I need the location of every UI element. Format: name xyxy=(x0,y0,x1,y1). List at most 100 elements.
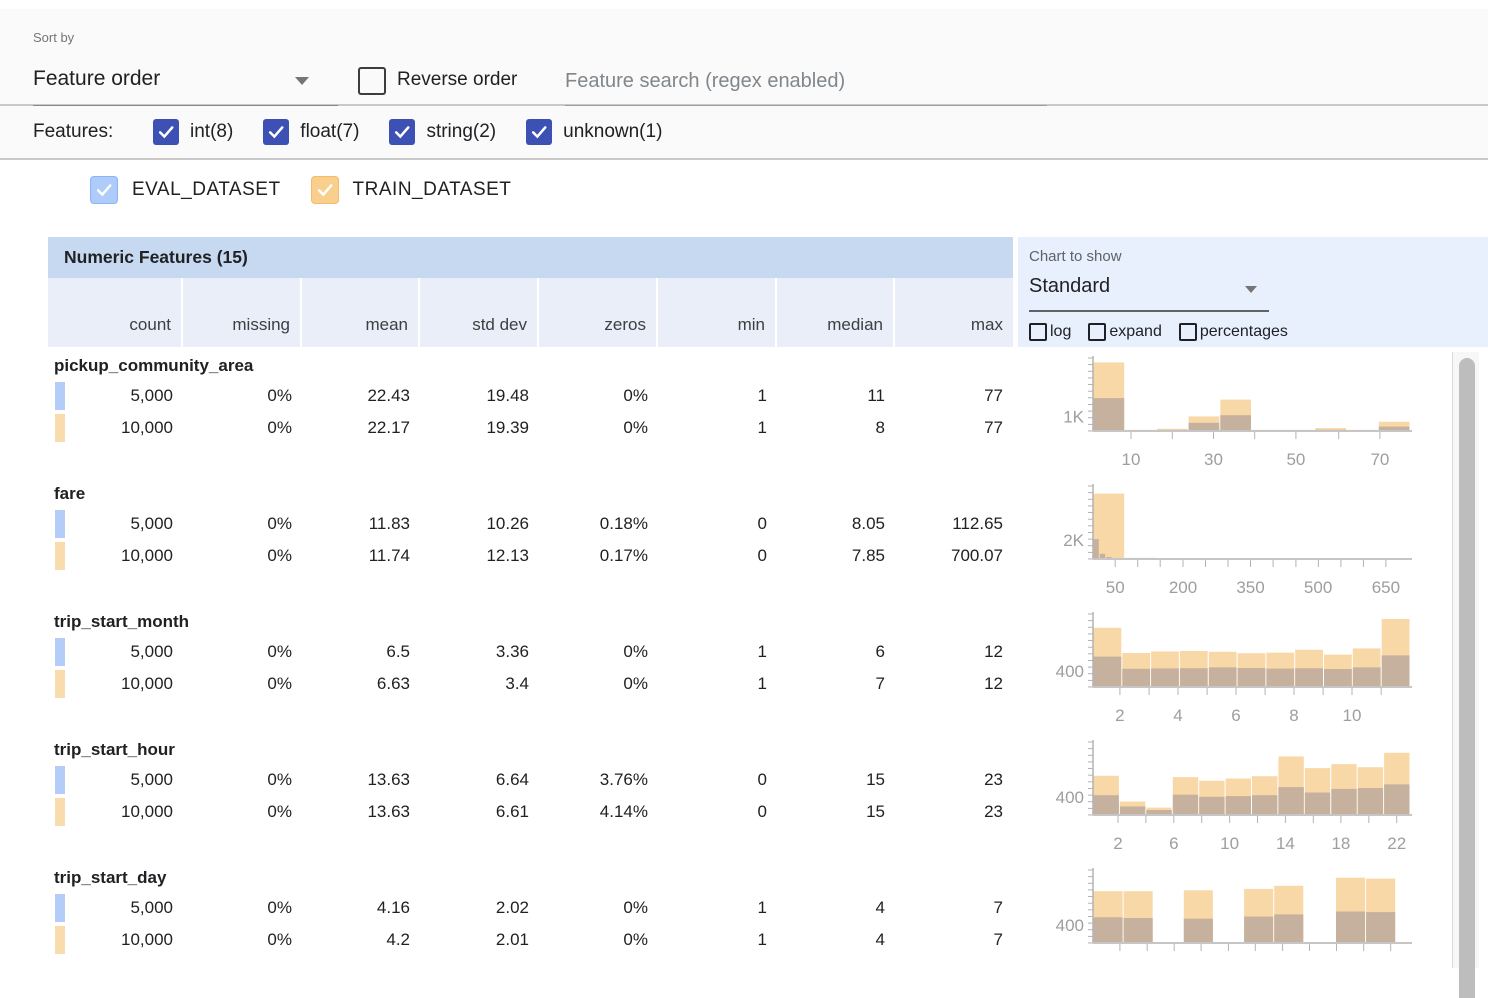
histogram-block-trip_start_hour: 2610141822400 xyxy=(1040,736,1412,864)
feature-type-filter-int[interactable]: int(8) xyxy=(153,119,233,145)
stat-value-std-dev: 2.02 xyxy=(420,892,539,924)
svg-text:10: 10 xyxy=(1122,450,1141,469)
stat-value-missing: 0% xyxy=(183,380,302,412)
histogram-trip_start_day: 400 xyxy=(1040,864,1412,990)
stat-value-std-dev: 3.4 xyxy=(420,668,539,700)
chart-option-label: percentages xyxy=(1200,323,1288,341)
chart-type-value: Standard xyxy=(1029,275,1110,298)
reverse-order-label: Reverse order xyxy=(397,67,517,93)
svg-text:6: 6 xyxy=(1169,834,1178,853)
stat-value-zeros: 0.17% xyxy=(539,540,658,572)
stat-value-count: 5,000 xyxy=(48,508,183,540)
eval-color-swatch xyxy=(55,382,65,410)
feature-type-filter-float[interactable]: float(7) xyxy=(263,119,359,145)
checkbox-unchecked-icon[interactable] xyxy=(1088,323,1106,341)
vertical-scrollbar-track[interactable] xyxy=(1452,352,1479,968)
vertical-scrollbar-thumb[interactable] xyxy=(1459,358,1475,998)
svg-text:14: 14 xyxy=(1276,834,1295,853)
column-header-mean: mean xyxy=(302,278,420,347)
sort-by-label: Sort by xyxy=(33,30,74,45)
histogram-column: 103050701K502003505006502K24681040026101… xyxy=(1040,352,1412,992)
stat-value-count: 5,000 xyxy=(48,764,183,796)
dataset-checkbox[interactable] xyxy=(311,176,339,204)
stat-value-max: 700.07 xyxy=(895,540,1013,572)
stat-value-missing: 0% xyxy=(183,764,302,796)
stat-value-min: 1 xyxy=(658,924,777,956)
checkmark-icon xyxy=(266,122,286,142)
stat-value-mean: 13.63 xyxy=(302,764,420,796)
reverse-order-checkbox[interactable] xyxy=(358,67,386,95)
chart-option-log[interactable]: log xyxy=(1029,323,1071,341)
train-color-swatch xyxy=(55,926,65,954)
train-color-swatch xyxy=(55,798,65,826)
checkmark-icon xyxy=(94,180,114,200)
stat-value-min: 1 xyxy=(658,380,777,412)
stat-value-count: 5,000 xyxy=(48,636,183,668)
feature-stats-list: pickup_community_area5,0000%22.4319.480%… xyxy=(48,352,1013,992)
checkmark-icon xyxy=(529,122,549,142)
eval-color-swatch xyxy=(55,894,65,922)
stat-value-count: 10,000 xyxy=(48,924,183,956)
checkbox-checked-icon[interactable] xyxy=(263,119,289,145)
svg-text:8: 8 xyxy=(1289,706,1298,725)
checkbox-unchecked-icon[interactable] xyxy=(1029,323,1047,341)
train-color-swatch xyxy=(55,542,65,570)
stat-value-min: 0 xyxy=(658,764,777,796)
chart-option-percentages[interactable]: percentages xyxy=(1179,323,1288,341)
chart-type-select[interactable]: Standard xyxy=(1029,273,1269,312)
checkbox-checked-icon[interactable] xyxy=(526,119,552,145)
stat-value-missing: 0% xyxy=(183,668,302,700)
column-header-max: max xyxy=(895,278,1013,347)
stat-value-mean: 22.17 xyxy=(302,412,420,444)
feature-type-filterbar: Features: int(8)float(7)string(2)unknown… xyxy=(0,106,1488,160)
checkbox-checked-icon[interactable] xyxy=(389,119,415,145)
stat-value-max: 7 xyxy=(895,892,1013,924)
dataset-toggle-eval_dataset[interactable]: EVAL_DATASET xyxy=(90,176,281,204)
eval-color-swatch xyxy=(55,510,65,538)
dataset-checkbox[interactable] xyxy=(90,176,118,204)
stat-value-median: 6 xyxy=(777,636,895,668)
feature-type-filter-string[interactable]: string(2) xyxy=(389,119,496,145)
stat-value-median: 7 xyxy=(777,668,895,700)
feature-type-filters: int(8) float(7) string(2) unknown(1) xyxy=(153,106,662,158)
chart-option-expand[interactable]: expand xyxy=(1088,323,1162,341)
histogram-trip_start_month: 246810400 xyxy=(1040,608,1412,734)
sort-by-select[interactable]: Feature order xyxy=(33,55,338,106)
eval-color-swatch xyxy=(55,638,65,666)
svg-text:22: 22 xyxy=(1387,834,1406,853)
checkmark-icon xyxy=(315,180,335,200)
stat-value-max: 112.65 xyxy=(895,508,1013,540)
feature-search xyxy=(565,57,1047,107)
stats-row-train: 10,0000%11.7412.130.17%07.85700.07 xyxy=(48,540,1013,572)
train-color-swatch xyxy=(55,670,65,698)
svg-text:6: 6 xyxy=(1231,706,1240,725)
stat-value-min: 1 xyxy=(658,668,777,700)
stat-value-max: 77 xyxy=(895,380,1013,412)
stat-value-mean: 11.83 xyxy=(302,508,420,540)
checkbox-checked-icon[interactable] xyxy=(153,119,179,145)
stat-value-mean: 13.63 xyxy=(302,796,420,828)
chevron-down-icon xyxy=(295,77,309,85)
stat-value-count: 10,000 xyxy=(48,412,183,444)
stats-row-train: 10,0000%4.22.010%147 xyxy=(48,924,1013,956)
feature-search-input[interactable] xyxy=(565,57,1047,111)
feature-block-trip_start_hour: trip_start_hour5,0000%13.636.643.76%0152… xyxy=(48,736,1013,864)
svg-text:70: 70 xyxy=(1370,450,1389,469)
column-header-std-dev: std dev xyxy=(420,278,539,347)
feature-type-label: unknown(1) xyxy=(563,121,662,143)
feature-name: trip_start_hour xyxy=(48,736,1013,764)
chart-option-checkboxes: log expand percentages xyxy=(1029,323,1288,341)
stat-value-missing: 0% xyxy=(183,892,302,924)
stat-value-median: 15 xyxy=(777,764,895,796)
numeric-features-header: Numeric Features (15) xyxy=(48,237,1013,278)
dataset-toggle-train_dataset[interactable]: TRAIN_DATASET xyxy=(311,176,512,204)
histogram-trip_start_hour: 2610141822400 xyxy=(1040,736,1412,862)
stat-value-zeros: 0.18% xyxy=(539,508,658,540)
feature-type-filter-unknown[interactable]: unknown(1) xyxy=(526,119,662,145)
svg-text:4: 4 xyxy=(1173,706,1182,725)
checkbox-unchecked-icon[interactable] xyxy=(1179,323,1197,341)
svg-text:500: 500 xyxy=(1304,578,1332,597)
histogram-fare: 502003505006502K xyxy=(1040,480,1412,606)
histogram-block-trip_start_day: 400 xyxy=(1040,864,1412,992)
stat-value-std-dev: 6.64 xyxy=(420,764,539,796)
